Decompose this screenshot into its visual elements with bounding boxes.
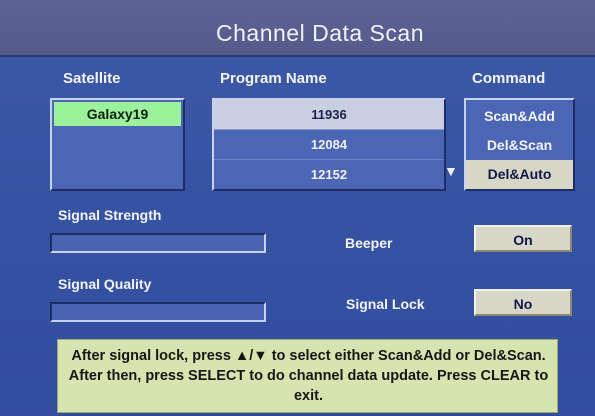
- program-item[interactable]: 12152: [214, 160, 444, 190]
- program-item[interactable]: 11936: [214, 100, 444, 130]
- help-text: After signal lock, press ▲/▼ to select e…: [68, 348, 549, 404]
- channel-data-scan-screen: Channel Data Scan Satellite Program Name…: [0, 0, 595, 416]
- beeper-value[interactable]: On: [474, 225, 572, 252]
- command-item-del-auto[interactable]: Del&Auto: [466, 160, 573, 189]
- program-list[interactable]: 11936 12084 12152: [212, 98, 446, 191]
- signal-quality-label: Signal Quality: [58, 276, 152, 292]
- command-header: Command: [472, 70, 546, 87]
- beeper-label: Beeper: [345, 235, 393, 251]
- title-bar: Channel Data Scan: [0, 0, 595, 57]
- signal-strength-meter: [50, 233, 266, 253]
- command-item-del-scan[interactable]: Del&Scan: [466, 131, 573, 160]
- program-name-header: Program Name: [220, 70, 327, 87]
- program-item[interactable]: 12084: [214, 130, 444, 160]
- signal-lock-label: Signal Lock: [346, 296, 425, 312]
- page-title: Channel Data Scan: [216, 20, 424, 46]
- satellite-header: Satellite: [63, 70, 121, 87]
- signal-strength-label: Signal Strength: [58, 207, 162, 223]
- satellite-list[interactable]: Galaxy19: [50, 98, 185, 191]
- down-triangle-icon[interactable]: ▼: [444, 163, 458, 179]
- signal-lock-value: No: [474, 289, 572, 316]
- signal-quality-meter: [50, 302, 266, 322]
- satellite-item-selected[interactable]: Galaxy19: [54, 102, 181, 126]
- command-item-scan-add[interactable]: Scan&Add: [466, 102, 573, 131]
- command-list[interactable]: Scan&Add Del&Scan Del&Auto: [464, 98, 575, 191]
- help-box: After signal lock, press ▲/▼ to select e…: [57, 339, 558, 413]
